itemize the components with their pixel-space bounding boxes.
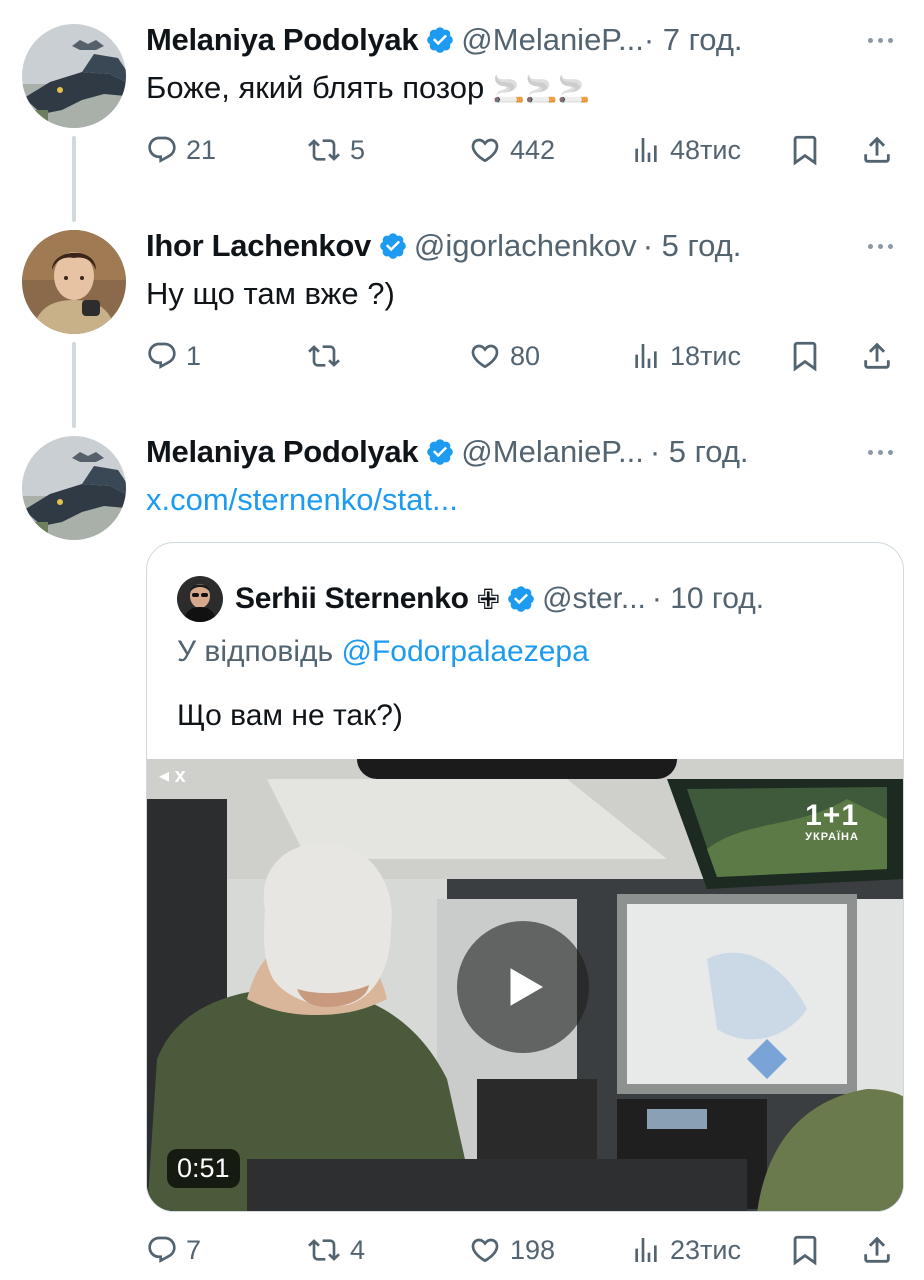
heart-icon <box>471 344 499 369</box>
action-bar: 1 80 18тис <box>146 334 906 378</box>
repost-button[interactable]: 5 <box>306 128 365 172</box>
repost-button[interactable]: 4 <box>306 1228 365 1272</box>
reply-icon <box>148 342 176 369</box>
like-count: 198 <box>510 1234 556 1265</box>
quoted-author-name[interactable]: Serhii Sternenko <box>235 582 469 616</box>
share-icon <box>864 136 890 163</box>
repost-count: 4 <box>350 1234 366 1265</box>
verified-badge-icon <box>425 25 455 55</box>
reply-button[interactable]: 7 <box>146 1228 201 1272</box>
avatar[interactable] <box>22 436 126 540</box>
video-duration: 0:51 <box>167 1149 240 1188</box>
like-button[interactable]: 80 <box>468 334 540 378</box>
action-bar: 7 4 198 23тис <box>146 1228 906 1272</box>
timestamp[interactable]: · 7 год. <box>644 22 743 58</box>
reply-icon <box>148 1236 176 1263</box>
reply-button[interactable]: 21 <box>146 128 216 172</box>
author-name[interactable]: Melaniya Podolyak <box>146 22 419 58</box>
bookmark-icon <box>793 1235 817 1266</box>
video-player[interactable]: ◂ x 1+1 УКРАЇНА 0:51 <box>147 759 903 1211</box>
thread-line <box>72 136 76 222</box>
share-button[interactable] <box>860 1228 894 1272</box>
like-count: 442 <box>510 134 556 165</box>
repost-icon <box>308 139 340 161</box>
repost-count: 5 <box>350 134 366 165</box>
more-options-icon[interactable] <box>860 20 900 60</box>
thread-line <box>72 342 76 428</box>
more-options-icon[interactable] <box>860 432 900 472</box>
views-icon <box>635 138 657 162</box>
repost-icon <box>308 345 340 367</box>
cigarette-emoji: 🚬🚬🚬 <box>492 74 591 104</box>
quoted-timestamp[interactable]: · 10 год. <box>652 582 764 616</box>
like-count: 80 <box>510 340 541 371</box>
reply-count: 21 <box>186 134 217 165</box>
views-count: 23тис <box>670 1234 741 1265</box>
quoted-author-handle[interactable]: @ster... <box>542 582 646 616</box>
timestamp[interactable]: · 5 год. <box>643 228 742 264</box>
views-button[interactable]: 18тис <box>630 334 741 378</box>
views-icon <box>635 1238 657 1262</box>
repost-button[interactable] <box>306 334 350 378</box>
play-icon <box>510 968 543 1006</box>
reply-mention-link[interactable]: @Fodorpalaezepa <box>342 635 589 668</box>
verified-badge-icon <box>506 584 536 614</box>
quoted-tweet-header: Serhii Sternenko ✙ @ster... · 10 год. <box>177 575 764 623</box>
reply-count: 1 <box>186 340 202 371</box>
verified-badge-icon <box>425 437 455 467</box>
reply-button[interactable]: 1 <box>146 334 201 378</box>
views-button[interactable]: 48тис <box>630 128 741 172</box>
tweet-header: Melaniya Podolyak @MelanieP... · 7 год. <box>146 20 743 60</box>
author-handle[interactable]: @MelanieP... <box>461 22 644 58</box>
action-bar: 21 5 442 48тис <box>146 128 906 172</box>
quoted-tweet-text: Що вам не так?) <box>177 699 403 732</box>
bookmark-button[interactable] <box>788 128 822 172</box>
timestamp[interactable]: · 5 год. <box>650 434 749 470</box>
share-button[interactable] <box>860 334 894 378</box>
views-icon <box>635 344 657 368</box>
play-button[interactable] <box>457 921 589 1053</box>
channel-logo: 1+1 УКРАЇНА <box>805 799 859 844</box>
verified-badge-icon <box>378 231 408 261</box>
tweet-text: Боже, який блять позор 🚬🚬🚬 <box>146 70 591 105</box>
bookmark-button[interactable] <box>788 1228 822 1272</box>
views-count: 18тис <box>670 340 741 371</box>
replying-to-label: У відповідь @Fodorpalaezepa <box>177 635 589 668</box>
cross-badge-icon: ✙ <box>476 583 501 615</box>
bookmark-button[interactable] <box>788 334 822 378</box>
views-button[interactable]: 23тис <box>630 1228 741 1272</box>
reply-icon <box>148 136 176 163</box>
quoted-avatar[interactable] <box>177 576 223 622</box>
avatar[interactable] <box>22 24 126 128</box>
tweet-header: Melaniya Podolyak @MelanieP... · 5 год. <box>146 432 749 472</box>
share-icon <box>864 342 890 369</box>
reply-count: 7 <box>186 1234 202 1265</box>
bookmark-icon <box>793 341 817 372</box>
more-options-icon[interactable] <box>860 226 900 266</box>
heart-icon <box>471 1238 499 1263</box>
repost-icon <box>308 1239 340 1261</box>
share-icon <box>864 1236 890 1263</box>
author-handle[interactable]: @MelanieP... <box>461 434 644 470</box>
author-name[interactable]: Ihor Lachenkov <box>146 228 371 264</box>
author-handle[interactable]: @igorlachenkov <box>414 228 637 264</box>
like-button[interactable]: 198 <box>468 1228 555 1272</box>
tweet-link[interactable]: x.com/sternenko/stat... <box>146 482 458 518</box>
quoted-tweet-card[interactable]: Serhii Sternenko ✙ @ster... · 10 год. У … <box>146 542 904 1212</box>
tweet-text: Ну що там вже ?) <box>146 276 395 311</box>
bookmark-icon <box>793 135 817 166</box>
mute-toggle-icon[interactable]: ◂ x <box>159 763 186 788</box>
share-button[interactable] <box>860 128 894 172</box>
heart-icon <box>471 138 499 163</box>
author-name[interactable]: Melaniya Podolyak <box>146 434 419 470</box>
like-button[interactable]: 442 <box>468 128 555 172</box>
tweet-header: Ihor Lachenkov @igorlachenkov · 5 год. <box>146 226 741 266</box>
views-count: 48тис <box>670 134 741 165</box>
avatar[interactable] <box>22 230 126 334</box>
